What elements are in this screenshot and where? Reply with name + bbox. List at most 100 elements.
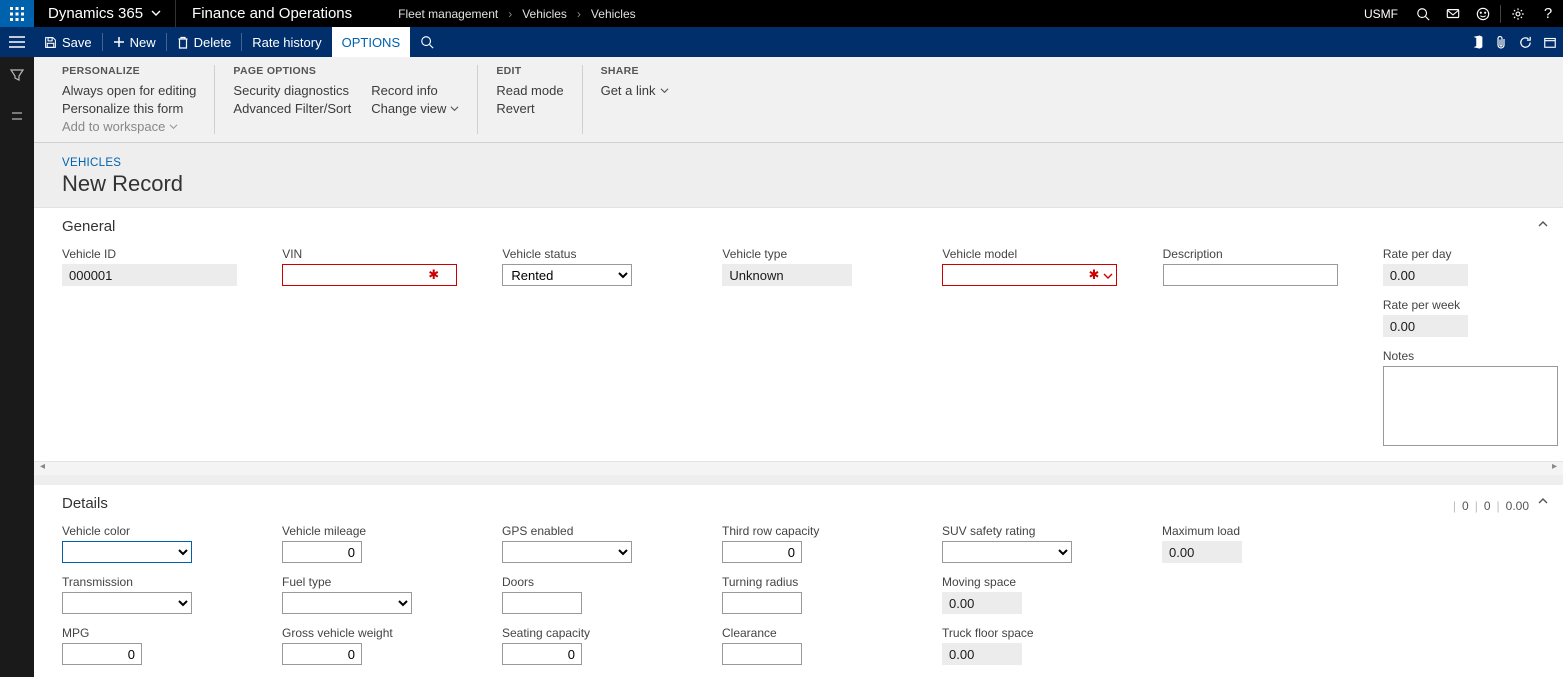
rate-day-value: 0.00 xyxy=(1383,264,1468,286)
field-turning: Turning radius xyxy=(722,575,882,614)
gps-select[interactable] xyxy=(502,541,632,563)
delete-button[interactable]: Delete xyxy=(167,27,242,57)
section-general: General Vehicle ID 000001 VIN ✱ xyxy=(34,208,1563,461)
mpg-input[interactable] xyxy=(62,643,142,665)
vehicle-status-select[interactable]: Rented xyxy=(502,264,632,286)
notes-textarea[interactable] xyxy=(1383,366,1558,446)
change-view-link[interactable]: Change view xyxy=(371,101,459,116)
breadcrumb-item[interactable]: Vehicles xyxy=(522,7,567,21)
new-button[interactable]: New xyxy=(103,27,166,57)
messages-icon[interactable] xyxy=(1438,0,1468,27)
add-to-workspace-link[interactable]: Add to workspace xyxy=(62,119,196,134)
breadcrumb: Fleet management › Vehicles › Vehicles xyxy=(368,7,635,21)
company-code[interactable]: USMF xyxy=(1354,7,1408,21)
breadcrumb-item[interactable]: Fleet management xyxy=(398,7,498,21)
field-label: Third row capacity xyxy=(722,524,882,538)
read-mode-link[interactable]: Read mode xyxy=(496,83,563,98)
field-label: Clearance xyxy=(722,626,882,640)
vehicle-type-value: Unknown xyxy=(722,264,852,286)
save-icon xyxy=(44,36,57,49)
ribbon-group-title: EDIT xyxy=(496,65,563,77)
app-launcher-icon[interactable] xyxy=(0,0,34,27)
suv-rating-select[interactable] xyxy=(942,541,1072,563)
transmission-select[interactable] xyxy=(62,592,192,614)
third-row-input[interactable] xyxy=(722,541,802,563)
section-title[interactable]: Details xyxy=(62,495,1543,512)
help-icon[interactable]: ? xyxy=(1533,0,1563,27)
description-input[interactable] xyxy=(1163,264,1338,286)
field-suv-rating: SUV safety rating xyxy=(942,524,1102,563)
smiley-icon[interactable] xyxy=(1468,0,1498,27)
field-third-row: Third row capacity xyxy=(722,524,882,563)
actionbar-search-button[interactable] xyxy=(410,27,444,57)
field-mpg: MPG xyxy=(62,626,222,665)
field-label: MPG xyxy=(62,626,222,640)
field-vehicle-type: Vehicle type Unknown xyxy=(722,247,882,286)
save-button[interactable]: Save xyxy=(34,27,102,57)
office-icon[interactable] xyxy=(1471,35,1485,49)
turning-input[interactable] xyxy=(722,592,802,614)
record-info-link[interactable]: Record info xyxy=(371,83,459,98)
field-label: Notes xyxy=(1383,349,1543,363)
field-doors: Doors xyxy=(502,575,662,614)
options-label: OPTIONS xyxy=(342,35,401,50)
field-label: Vehicle status xyxy=(502,247,662,261)
search-icon[interactable] xyxy=(1408,0,1438,27)
security-diagnostics-link[interactable]: Security diagnostics xyxy=(233,83,351,98)
field-vehicle-status: Vehicle status Rented xyxy=(502,247,662,286)
vin-input[interactable] xyxy=(282,264,457,286)
revert-link[interactable]: Revert xyxy=(496,101,563,116)
field-label: Gross vehicle weight xyxy=(282,626,442,640)
field-label: Vehicle model xyxy=(942,247,1102,261)
field-label: VIN xyxy=(282,247,442,261)
max-load-value: 0.00 xyxy=(1162,541,1242,563)
global-topbar: Dynamics 365 Finance and Operations Flee… xyxy=(0,0,1563,27)
seating-input[interactable] xyxy=(502,643,582,665)
rate-history-button[interactable]: Rate history xyxy=(242,27,331,57)
always-open-editing-link[interactable]: Always open for editing xyxy=(62,83,196,98)
vehicle-model-input[interactable] xyxy=(942,264,1117,286)
field-label: Vehicle color xyxy=(62,524,222,538)
attachment-icon[interactable] xyxy=(1495,35,1508,50)
get-link-link[interactable]: Get a link xyxy=(601,83,669,98)
field-seating: Seating capacity xyxy=(502,626,662,665)
field-clearance: Clearance xyxy=(722,626,882,665)
filter-icon[interactable] xyxy=(9,67,25,86)
mileage-input[interactable] xyxy=(282,541,362,563)
hamburger-icon[interactable] xyxy=(0,27,34,57)
page-title: New Record xyxy=(62,171,1563,197)
page-crumb[interactable]: VEHICLES xyxy=(62,157,1563,169)
doors-input[interactable] xyxy=(502,592,582,614)
trash-icon xyxy=(177,36,189,49)
popout-icon[interactable] xyxy=(1543,35,1557,49)
gear-icon[interactable] xyxy=(1503,0,1533,27)
ribbon-group-edit: EDIT Read mode Revert xyxy=(478,65,582,134)
field-label: Truck floor space xyxy=(942,626,1102,640)
clearance-input[interactable] xyxy=(722,643,802,665)
related-icon[interactable] xyxy=(9,108,25,127)
collapse-icon[interactable] xyxy=(1537,495,1549,510)
chevron-down-icon xyxy=(169,119,178,134)
actionbar-right xyxy=(1471,27,1563,57)
collapse-icon[interactable] xyxy=(1537,218,1549,233)
form-panel: General Vehicle ID 000001 VIN ✱ xyxy=(34,207,1563,677)
section-title[interactable]: General xyxy=(62,218,1543,235)
advanced-filter-link[interactable]: Advanced Filter/Sort xyxy=(233,101,351,116)
topbar-right: USMF ? xyxy=(1354,0,1563,27)
brand-dropdown[interactable]: Dynamics 365 xyxy=(34,0,176,27)
gvw-input[interactable] xyxy=(282,643,362,665)
breadcrumb-item[interactable]: Vehicles xyxy=(591,7,636,21)
fuel-type-select[interactable] xyxy=(282,592,412,614)
field-label: Fuel type xyxy=(282,575,442,589)
personalize-form-link[interactable]: Personalize this form xyxy=(62,101,196,116)
rate-history-label: Rate history xyxy=(252,35,321,50)
divider xyxy=(1500,5,1501,23)
horizontal-scrollbar[interactable] xyxy=(34,461,1563,475)
options-tab[interactable]: OPTIONS xyxy=(332,27,411,57)
field-truck-floor: Truck floor space 0.00 xyxy=(942,626,1102,665)
vehicle-color-select[interactable] xyxy=(62,541,192,563)
vehicle-id-value: 000001 xyxy=(62,264,237,286)
search-icon xyxy=(420,35,434,49)
section-details: Details |0 |0 |0.00 Vehicle color Transm… xyxy=(34,475,1563,677)
refresh-icon[interactable] xyxy=(1518,35,1533,50)
